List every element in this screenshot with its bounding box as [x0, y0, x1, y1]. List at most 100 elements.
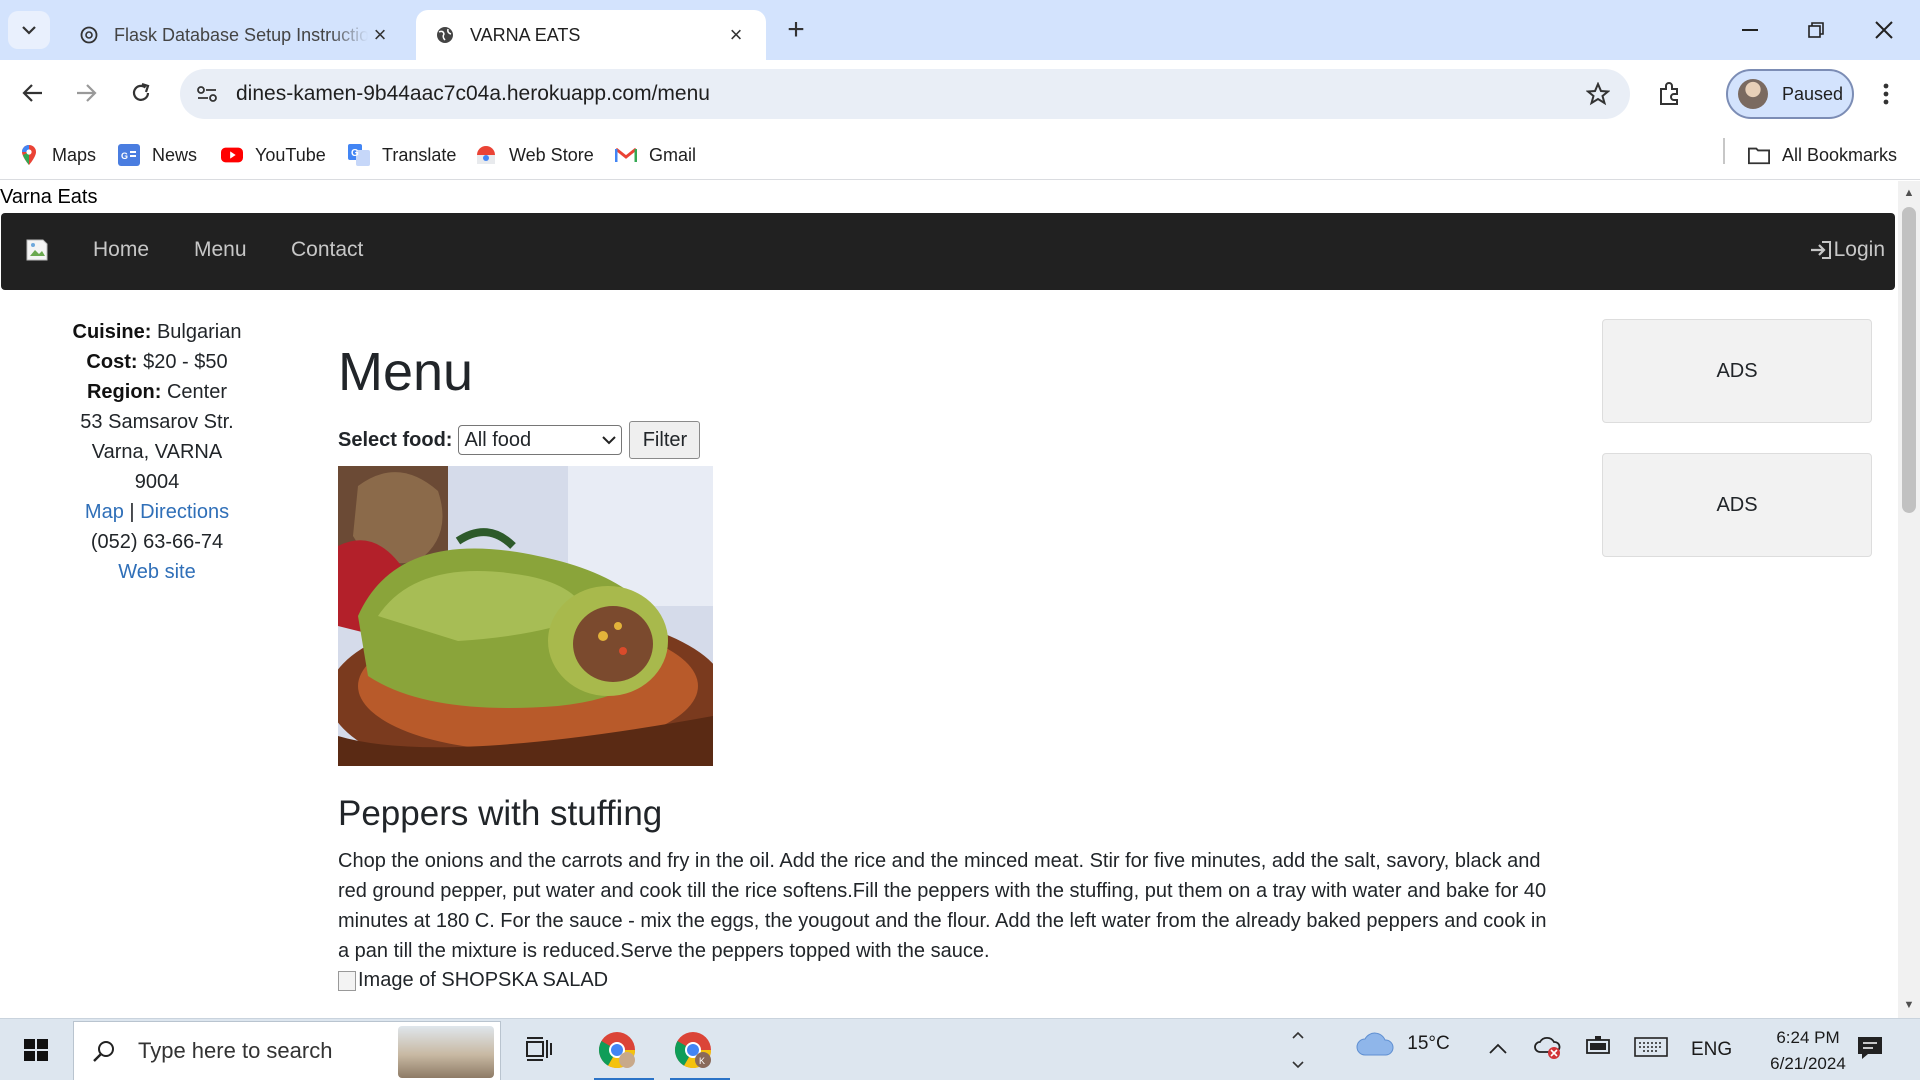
close-icon[interactable]: ×	[368, 22, 392, 47]
browser-toolbar: dines-kamen-9b44aac7c04a.herokuapp.com/m…	[0, 60, 1920, 130]
site-settings-icon[interactable]	[194, 81, 220, 107]
svg-text:K: K	[699, 1056, 705, 1066]
all-bookmarks-button[interactable]: All Bookmarks	[1748, 140, 1897, 170]
ad-box[interactable]: ADS	[1602, 453, 1872, 557]
page-scrollbar[interactable]: ▲ ▼	[1898, 181, 1920, 1018]
new-tab-button[interactable]: +	[780, 13, 812, 46]
battery-icon	[1586, 1036, 1610, 1054]
filter-label: Select food:	[338, 428, 453, 451]
tab-search-button[interactable]	[8, 11, 50, 49]
restore-button[interactable]	[1786, 8, 1846, 52]
back-button[interactable]	[12, 72, 54, 114]
bookmark-web-store[interactable]: Web Store	[475, 140, 594, 170]
bookmark-label: News	[152, 144, 198, 165]
bookmark-label: YouTube	[255, 144, 326, 165]
onedrive-status[interactable]	[1534, 1034, 1562, 1066]
broken-image-icon	[338, 970, 356, 991]
food-select[interactable]: All food	[458, 425, 623, 455]
address-bar[interactable]: dines-kamen-9b44aac7c04a.herokuapp.com/m…	[180, 69, 1630, 119]
shopska-salad-image: Image of SHOPSKA SALAD	[338, 969, 608, 992]
puzzle-icon	[1660, 82, 1678, 105]
taskbar-search[interactable]: Type here to search	[73, 1021, 501, 1080]
system-clock[interactable]: 6:24 PM 6/21/2024	[1748, 1025, 1868, 1077]
dish-description: Chop the onions and the carrots and fry …	[338, 850, 1547, 962]
translate-icon: G	[348, 144, 370, 166]
tab-title: Flask Database Setup Instructio	[114, 24, 368, 45]
ad-box[interactable]: ADS	[1602, 319, 1872, 423]
maps-icon	[18, 144, 40, 166]
extensions-button[interactable]	[1650, 74, 1690, 114]
search-placeholder: Type here to search	[138, 1038, 333, 1063]
cuisine-label: Cuisine:	[72, 321, 152, 343]
profile-button[interactable]: Paused	[1726, 69, 1854, 119]
food-select-value: All food	[464, 428, 532, 451]
task-view-icon	[526, 1037, 552, 1061]
bookmark-youtube[interactable]: YouTube	[221, 140, 326, 170]
link-separator: |	[129, 501, 135, 523]
bookmark-maps[interactable]: Maps	[18, 140, 96, 170]
bookmarks-bar: Maps G News YouTube G Translate Web Stor…	[0, 130, 1920, 180]
forward-button[interactable]	[65, 72, 107, 114]
windows-start-icon[interactable]	[14, 1035, 58, 1065]
youtube-icon	[221, 144, 243, 166]
profile-status: Paused	[1782, 83, 1844, 104]
tab-flask[interactable]: Flask Database Setup Instructio ×	[60, 10, 410, 60]
weather-widget[interactable]: 15°C	[1356, 1031, 1450, 1057]
taskbar-scroll-arrows[interactable]	[1286, 1021, 1310, 1079]
chrome-profile-taskbar-icon[interactable]: K	[670, 1027, 730, 1080]
cuisine-row: Cuisine: Bulgarian	[57, 317, 257, 347]
chevron-up-icon	[1489, 1043, 1507, 1054]
chrome-icon: K	[674, 1032, 711, 1069]
restore-icon	[1808, 22, 1824, 38]
tab-varna-eats[interactable]: VARNA EATS ×	[416, 10, 766, 60]
svg-text:G: G	[121, 151, 128, 161]
avatar	[1738, 79, 1768, 109]
url-text[interactable]: dines-kamen-9b44aac7c04a.herokuapp.com/m…	[236, 82, 710, 106]
news-icon: G	[118, 144, 140, 166]
openai-icon	[78, 24, 100, 46]
directions-link[interactable]: Directions	[140, 501, 229, 523]
close-window-button[interactable]	[1854, 8, 1914, 52]
webstore-icon	[475, 144, 497, 166]
gmail-icon	[615, 144, 637, 166]
close-icon[interactable]: ×	[724, 22, 748, 47]
minimize-button[interactable]	[1720, 8, 1780, 52]
cloud-error-icon	[1534, 1036, 1561, 1059]
touch-keyboard-button[interactable]	[1634, 1037, 1668, 1063]
chrome-taskbar-icon[interactable]	[594, 1027, 654, 1080]
broken-image-icon[interactable]	[25, 238, 49, 262]
bookmark-label: Gmail	[649, 144, 697, 165]
nav-contact-link[interactable]: Contact	[291, 238, 363, 262]
bookmark-gmail[interactable]: Gmail	[615, 140, 696, 170]
cost-value: $20 - $50	[143, 351, 228, 373]
filter-button[interactable]: Filter	[629, 421, 701, 459]
bookmark-translate[interactable]: G Translate	[348, 140, 456, 170]
notifications-button[interactable]	[1856, 1035, 1886, 1065]
map-link[interactable]: Map	[85, 501, 124, 523]
bookmark-news[interactable]: G News	[118, 140, 197, 170]
bookmark-star-icon[interactable]	[1584, 80, 1612, 108]
browser-menu-button[interactable]	[1870, 74, 1902, 114]
scrollbar-thumb[interactable]	[1902, 207, 1916, 513]
nav-home-link[interactable]: Home	[93, 238, 149, 262]
task-view-button[interactable]	[516, 1027, 562, 1073]
scroll-down-arrow[interactable]: ▼	[1903, 999, 1915, 1011]
tab-title: VARNA EATS	[470, 24, 581, 45]
dish-title: Peppers with stuffing	[338, 794, 663, 833]
login-link[interactable]: Login	[1810, 238, 1885, 262]
chrome-icon	[598, 1032, 635, 1069]
image-alt-text: Image of SHOPSKA SALAD	[358, 969, 609, 991]
reload-button[interactable]	[120, 72, 162, 114]
scroll-up-arrow[interactable]: ▲	[1903, 187, 1915, 199]
folder-icon	[1748, 144, 1770, 166]
nav-menu-link[interactable]: Menu	[194, 238, 247, 262]
website-link[interactable]: Web site	[118, 561, 195, 583]
search-icon	[92, 1038, 118, 1064]
battery-status[interactable]	[1586, 1036, 1612, 1062]
clock-date: 6/21/2024	[1770, 1054, 1846, 1073]
cost-row: Cost: $20 - $50	[57, 347, 257, 377]
tray-overflow-button[interactable]	[1488, 1039, 1508, 1061]
svg-text:G: G	[351, 148, 359, 159]
input-language[interactable]: ENG	[1691, 1039, 1732, 1061]
reload-icon	[132, 82, 150, 101]
